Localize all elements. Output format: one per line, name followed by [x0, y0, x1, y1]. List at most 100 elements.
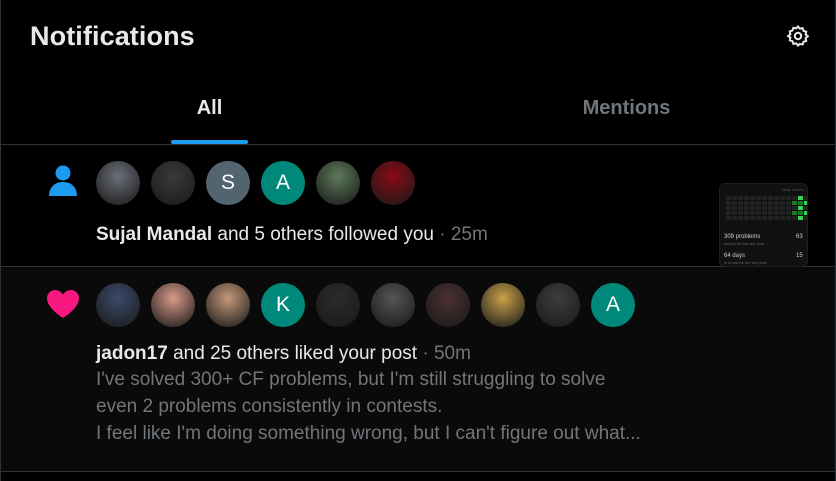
notification-like[interactable]: K A jadon17 and 25 others liked your post… — [1, 267, 835, 472]
post-preview-line: even 2 problems consistently in contests… — [96, 396, 443, 417]
activity-cell — [738, 211, 743, 215]
avatar[interactable]: A — [261, 161, 305, 205]
activity-cell — [756, 201, 761, 205]
activity-cell — [732, 211, 737, 215]
avatar[interactable]: S — [206, 161, 250, 205]
avatar[interactable] — [96, 283, 140, 327]
activity-cell — [744, 211, 749, 215]
thumbnail-corner-text: Most recent — [782, 187, 803, 192]
avatar[interactable] — [481, 283, 525, 327]
activity-cell — [768, 216, 773, 220]
activity-cell — [762, 201, 767, 205]
avatar[interactable] — [426, 283, 470, 327]
activity-cell — [744, 206, 749, 210]
thumbnail-stat-right: 63 — [796, 234, 803, 240]
tab-all-label: All — [196, 96, 223, 119]
activity-cell — [804, 211, 807, 215]
activity-cell — [798, 206, 803, 210]
activity-cell — [732, 196, 737, 200]
activity-cell — [726, 216, 731, 220]
notification-follow[interactable]: SA Sujal Mandal and 5 others followed yo… — [1, 145, 835, 267]
activity-grid — [726, 196, 807, 220]
activity-cell — [792, 206, 797, 210]
activity-cell — [768, 196, 773, 200]
activity-cell — [762, 216, 767, 220]
notification-text: jadon17 and 25 others liked your post · … — [96, 342, 835, 366]
activity-cell — [804, 216, 807, 220]
activity-cell — [780, 201, 785, 205]
activity-cell — [738, 196, 743, 200]
activity-cell — [792, 196, 797, 200]
page-title: Notifications — [30, 20, 195, 51]
notification-icon-column — [1, 145, 96, 266]
activity-cell — [726, 201, 731, 205]
avatar[interactable] — [316, 161, 360, 205]
activity-cell — [774, 196, 779, 200]
activity-cell — [762, 211, 767, 215]
activity-cell — [780, 206, 785, 210]
avatar[interactable] — [151, 283, 195, 327]
post-preview[interactable]: I've solved 300+ CF problems, but I'm st… — [96, 366, 712, 447]
actor-name[interactable]: Sujal Mandal — [96, 224, 212, 245]
activity-cell — [804, 196, 807, 200]
activity-cell — [750, 211, 755, 215]
activity-cell — [792, 211, 797, 215]
activity-cell — [750, 196, 755, 200]
active-tab-indicator — [171, 140, 248, 144]
activity-cell — [738, 206, 743, 210]
activity-cell — [804, 206, 807, 210]
avatar[interactable] — [536, 283, 580, 327]
avatar[interactable]: A — [591, 283, 635, 327]
thumbnail-stat-sub: in a row for the last year — [724, 260, 767, 265]
activity-cell — [726, 211, 731, 215]
activity-cell — [798, 196, 803, 200]
action-text: and 5 others followed you — [212, 224, 434, 245]
activity-cell — [726, 196, 731, 200]
post-preview-line: I've solved 300+ CF problems, but I'm st… — [96, 369, 606, 390]
thumbnail-stat-right: 15 — [796, 253, 803, 259]
avatar[interactable] — [151, 161, 195, 205]
activity-cell — [774, 201, 779, 205]
avatar[interactable] — [96, 161, 140, 205]
notification-content: K A jadon17 and 25 others liked your post… — [96, 267, 835, 471]
activity-cell — [744, 201, 749, 205]
activity-cell — [756, 216, 761, 220]
thumbnail-stat-sub: solved for the last year — [724, 241, 765, 246]
activity-cell — [786, 206, 791, 210]
avatar[interactable]: K — [261, 283, 305, 327]
notifications-panel: Notifications All Mentions S A Sujal Man… — [0, 0, 836, 481]
activity-cell — [786, 196, 791, 200]
post-preview-line: I feel like I'm doing something wrong, b… — [96, 423, 641, 444]
activity-cell — [768, 206, 773, 210]
activity-cell — [804, 201, 807, 205]
activity-cell — [756, 206, 761, 210]
activity-cell — [750, 206, 755, 210]
activity-cell — [768, 201, 773, 205]
person-icon — [47, 163, 79, 266]
avatar[interactable] — [371, 161, 415, 205]
avatar[interactable] — [206, 283, 250, 327]
thumbnail-stat: 64 days — [724, 253, 746, 259]
action-text: and 25 others liked your post — [167, 343, 418, 364]
gear-icon[interactable] — [785, 23, 811, 49]
thumbnail-stat: 309 problems — [724, 234, 761, 240]
activity-cell — [780, 196, 785, 200]
activity-cell — [774, 211, 779, 215]
avatar[interactable] — [371, 283, 415, 327]
separator-dot: · — [433, 224, 451, 245]
activity-cell — [750, 216, 755, 220]
heart-icon — [46, 289, 80, 471]
tab-all[interactable]: All — [1, 72, 418, 144]
activity-cell — [732, 201, 737, 205]
activity-cell — [726, 206, 731, 210]
tab-mentions[interactable]: Mentions — [418, 72, 835, 144]
post-image-thumbnail[interactable]: Most recent 309 problems solved for the … — [719, 183, 808, 267]
timestamp: 25m — [450, 224, 488, 245]
avatar[interactable] — [316, 283, 360, 327]
timestamp: 50m — [433, 343, 471, 364]
activity-cell — [738, 216, 743, 220]
activity-cell — [762, 196, 767, 200]
activity-cell — [774, 216, 779, 220]
actor-name[interactable]: jadon17 — [96, 343, 168, 364]
notification-icon-column — [1, 267, 96, 471]
